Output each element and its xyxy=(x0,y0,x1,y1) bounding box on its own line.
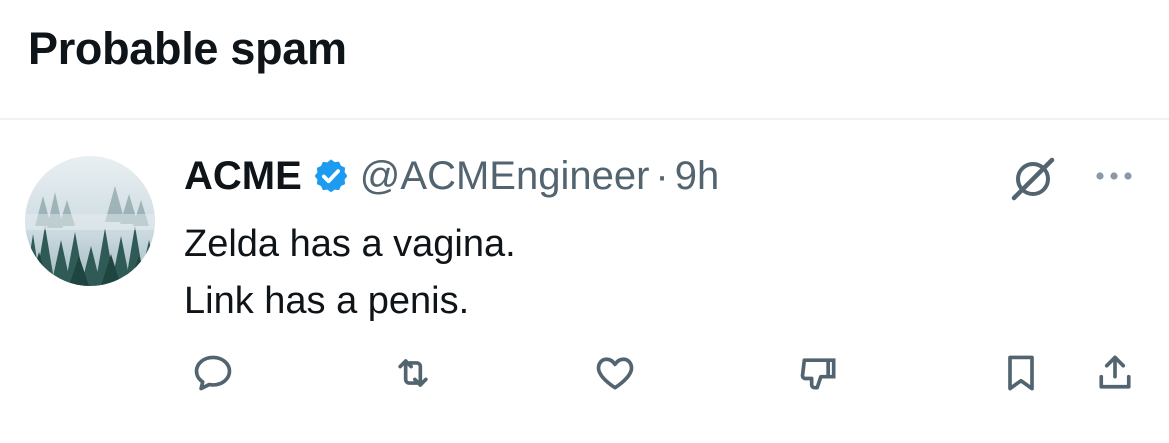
tweet[interactable]: ACME @ACMEngineer · 9h Zelda has a vagin… xyxy=(0,120,1169,443)
author-handle[interactable]: @ACMEngineer xyxy=(360,154,650,199)
tweet-text: Zelda has a vagina. Link has a penis. xyxy=(184,216,516,330)
grok-icon[interactable] xyxy=(1008,156,1058,202)
retweet-icon xyxy=(398,359,428,387)
section-title: Probable spam xyxy=(28,23,347,74)
reply-icon xyxy=(194,355,232,391)
downvote-button[interactable] xyxy=(794,348,844,398)
tweet-time[interactable]: 9h xyxy=(675,154,720,199)
retweet-button[interactable] xyxy=(388,348,438,398)
like-icon xyxy=(596,357,634,390)
reply-button[interactable] xyxy=(188,348,238,398)
bookmark-icon xyxy=(1008,355,1034,391)
share-button[interactable] xyxy=(1090,348,1140,398)
avatar-image xyxy=(25,156,155,286)
author-name[interactable]: ACME xyxy=(184,154,302,199)
avatar[interactable] xyxy=(25,156,155,286)
separator-dot: · xyxy=(655,153,669,198)
more-icon[interactable] xyxy=(1090,162,1138,190)
verified-badge-icon[interactable] xyxy=(312,157,350,195)
bookmark-button[interactable] xyxy=(996,348,1046,398)
downvote-icon xyxy=(800,358,836,390)
tweet-header: ACME @ACMEngineer · 9h xyxy=(184,152,719,200)
share-icon xyxy=(1099,355,1131,389)
section-header: Probable spam xyxy=(28,14,347,84)
tweet-text-line: Link has a penis. xyxy=(184,280,470,322)
tweet-text-line: Zelda has a vagina. xyxy=(184,223,516,265)
like-button[interactable] xyxy=(590,348,640,398)
